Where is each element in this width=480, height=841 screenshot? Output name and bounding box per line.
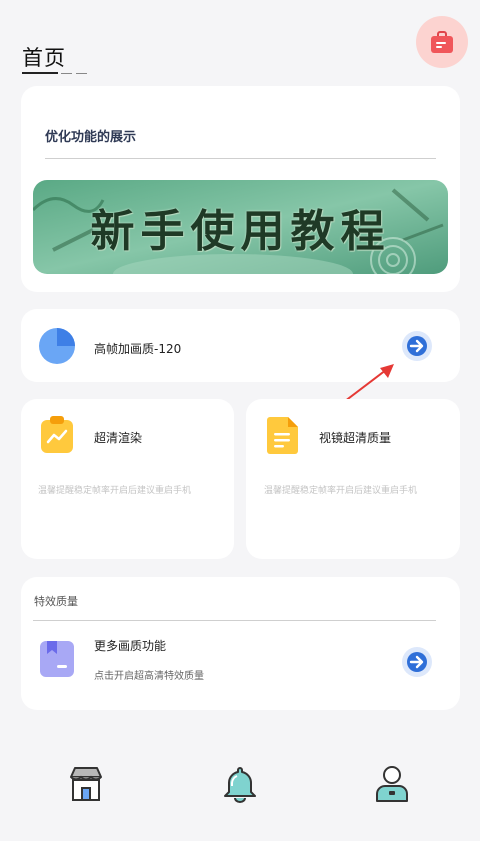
- showcase-title: 优化功能的展示: [45, 130, 137, 145]
- divider: [33, 620, 436, 621]
- effects-section-title: 特效质量: [34, 595, 78, 608]
- feature-label: 视镜超清质量: [319, 431, 392, 445]
- feature-description: 温馨提醒稳定帧率开启后建议重启手机: [38, 486, 192, 496]
- pie-chart-icon: [39, 328, 75, 364]
- document-icon: [267, 417, 298, 454]
- title-dash: [76, 73, 87, 74]
- arrow-right-icon: [407, 652, 427, 672]
- banner-title: 新手使用教程: [90, 206, 391, 257]
- divider: [45, 158, 436, 159]
- bookmark-icon: [40, 641, 74, 677]
- bottom-nav: [0, 752, 480, 822]
- effects-card: 特效质量 更多画质功能 点击开启超高清特效质量: [21, 577, 460, 710]
- showcase-card: 优化功能的展示 新手使用教程: [21, 86, 460, 292]
- feature-label: 超清渲染: [94, 431, 143, 445]
- page-title: 首页: [22, 46, 66, 70]
- title-dash: [61, 73, 72, 74]
- nav-profile[interactable]: [370, 762, 414, 806]
- arrow-right-icon: [407, 336, 427, 356]
- title-underline: [22, 72, 58, 74]
- shopping-bag-button[interactable]: [416, 16, 468, 68]
- bell-icon: [224, 767, 256, 803]
- chart-clipboard-icon: [41, 416, 73, 453]
- feature-description: 温馨提醒稳定帧率开启后建议重启手机: [264, 486, 418, 496]
- quality-arrow-button[interactable]: [402, 331, 432, 361]
- shopping-bag-icon: [431, 31, 453, 53]
- effects-item-label: 更多画质功能: [94, 639, 167, 653]
- tutorial-banner[interactable]: 新手使用教程: [33, 180, 448, 274]
- store-icon: [70, 767, 102, 801]
- feature-card[interactable]: 视镜超清质量 温馨提醒稳定帧率开启后建议重启手机: [246, 399, 460, 559]
- effects-item-description: 点击开启超高清特效质量: [94, 671, 204, 682]
- effects-arrow-button[interactable]: [402, 647, 432, 677]
- user-icon: [376, 766, 408, 802]
- feature-card[interactable]: 超清渲染 温馨提醒稳定帧率开启后建议重启手机: [21, 399, 234, 559]
- nav-store[interactable]: [64, 762, 108, 806]
- header: 首页: [0, 0, 480, 84]
- nav-notifications[interactable]: [218, 762, 262, 806]
- quality-label: 高帧加画质-120: [94, 342, 182, 356]
